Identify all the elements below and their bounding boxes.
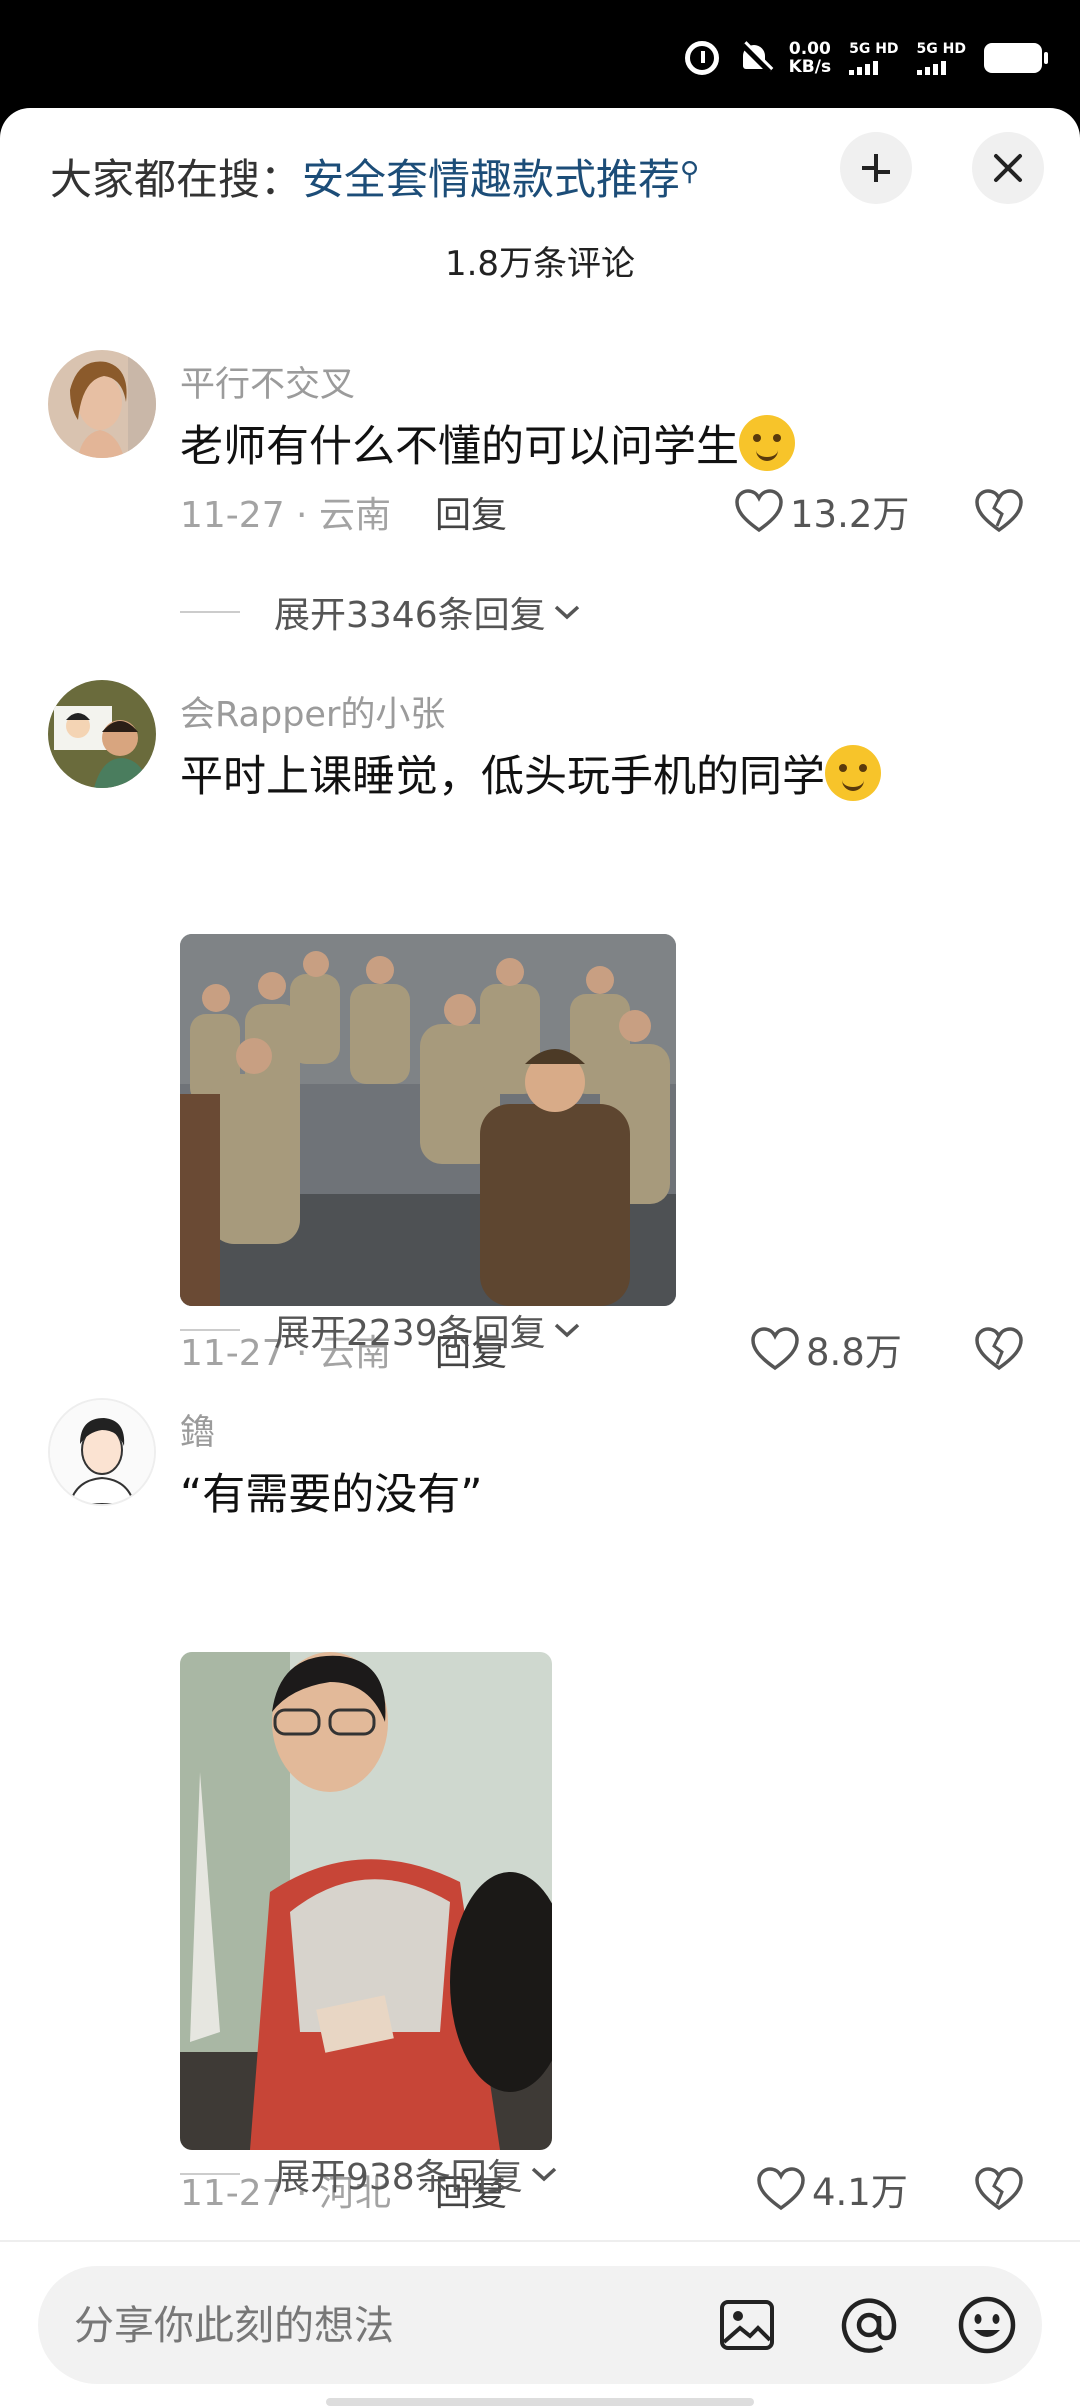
network-speed-unit: KB/s	[788, 57, 832, 77]
comment-image[interactable]	[180, 1652, 552, 2150]
search-icon: ⚲	[680, 157, 700, 187]
like-count: 8.8万	[806, 1331, 902, 1374]
divider-line	[180, 611, 240, 613]
broken-heart-icon	[975, 489, 1023, 533]
close-button[interactable]	[972, 132, 1044, 204]
expand-replies-button[interactable]: 展开2239条回复	[180, 1304, 582, 1356]
comment-input-container[interactable]	[38, 2266, 1042, 2384]
dizzy-face-emoji-icon	[739, 415, 795, 471]
comment-text: “有需要的没有”	[180, 1470, 483, 1520]
chevron-down-icon	[554, 1323, 579, 1338]
username[interactable]: 平行不交叉	[180, 356, 355, 407]
comment-item: 平行不交叉 老师有什么不懂的可以问学生 11-27 · 云南 回复 13.2万	[0, 350, 1080, 536]
avatar-image	[48, 680, 156, 788]
avatar-image	[48, 350, 156, 458]
broken-heart-icon	[975, 2167, 1023, 2211]
comment-item: 鑥 “有需要的没有” 11-27 · 河北 回复 4.1万	[0, 1398, 1080, 2214]
avatar-image	[50, 1400, 154, 1504]
pleading-face-emoji-icon	[825, 745, 881, 801]
emoji-button[interactable]	[956, 2294, 1018, 2356]
status-bar: 0.00 KB/s 5G HD 5G HD	[0, 0, 1080, 110]
mention-button[interactable]	[838, 2294, 900, 2356]
like-count: 13.2万	[790, 493, 910, 536]
like-button[interactable]: 13.2万	[734, 484, 909, 538]
divider-line	[180, 2173, 240, 2175]
chevron-down-icon	[531, 2167, 556, 2182]
avatar[interactable]	[48, 680, 156, 788]
network-speed-value: 0.00	[788, 39, 831, 59]
signal-bars-icon	[849, 59, 898, 75]
collapse-button[interactable]	[840, 132, 912, 204]
username[interactable]: 鑥	[180, 1404, 215, 1455]
home-indicator[interactable]	[326, 2398, 754, 2406]
dislike-button[interactable]	[974, 1326, 1024, 1376]
like-button[interactable]: 4.1万	[756, 2162, 908, 2216]
comment-image[interactable]	[180, 934, 676, 1306]
image-icon	[720, 2300, 774, 2350]
status-icons: 0.00 KB/s 5G HD 5G HD	[684, 40, 1048, 76]
comment-text: 老师有什么不懂的可以问学生	[180, 412, 795, 474]
alarm-icon	[684, 41, 719, 75]
search-prefix: 大家都在搜：	[50, 155, 303, 204]
comment-text-content: 老师有什么不懂的可以问学生	[180, 422, 739, 472]
heart-icon	[757, 2167, 805, 2211]
network-speed: 0.00 KB/s	[789, 40, 831, 76]
heart-icon	[751, 1327, 799, 1371]
comment-input-bar	[0, 2240, 1080, 2408]
soldiers-photo	[180, 934, 676, 1306]
comment-sheet: 大家都在搜：安全套情趣款式推荐⚲ 1.8万条评论 平行不交叉 老师有什么不懂的可…	[0, 108, 1080, 2408]
signal-1: 5G HD	[849, 41, 899, 75]
comment-item: 会Rapper的小张 平时上课睡觉，低头玩手机的同学 11-27 · 云南 回复…	[0, 680, 1080, 1374]
dislike-button[interactable]	[974, 488, 1024, 538]
signal-bars-icon	[916, 59, 966, 75]
expand-replies-label: 展开3346条回复	[274, 595, 546, 636]
signal-2-label: 5G HD	[916, 41, 966, 57]
dislike-button[interactable]	[974, 2166, 1024, 2216]
battery-icon	[984, 43, 1048, 73]
chevron-down-icon	[554, 605, 579, 620]
expand-replies-button[interactable]: 展开938条回复	[180, 2148, 559, 2200]
expand-replies-label: 展开938条回复	[274, 2157, 523, 2198]
collapse-icon	[862, 154, 890, 182]
search-keyword-link[interactable]: 安全套情趣款式推荐	[302, 155, 680, 204]
image-button[interactable]	[716, 2294, 778, 2356]
comment-count: 1.8万条评论	[444, 244, 636, 284]
teacher-photo	[180, 1652, 552, 2150]
username[interactable]: 会Rapper的小张	[180, 686, 445, 737]
reply-button[interactable]: 回复	[435, 495, 507, 536]
close-icon	[994, 154, 1022, 182]
mute-icon	[737, 41, 771, 75]
comment-date: 11-27	[180, 495, 285, 536]
heart-icon	[735, 489, 783, 533]
like-count: 4.1万	[812, 2171, 908, 2214]
comment-meta: 11-27 · 云南 回复	[180, 495, 507, 536]
comment-text-content: 平时上课睡觉，低头玩手机的同学	[180, 752, 825, 802]
comment-text: 平时上课睡觉，低头玩手机的同学	[180, 742, 881, 804]
broken-heart-icon	[975, 1327, 1023, 1371]
comment-location: 云南	[318, 495, 391, 536]
smiley-face-icon	[958, 2296, 1016, 2354]
comment-input[interactable]	[74, 2296, 674, 2356]
like-button[interactable]: 8.8万	[750, 1322, 902, 1376]
avatar[interactable]	[48, 350, 156, 458]
signal-1-label: 5G HD	[849, 41, 899, 57]
expand-replies-button[interactable]: 展开3346条回复	[180, 586, 582, 638]
signal-2: 5G HD	[916, 41, 966, 75]
divider-line	[180, 1329, 240, 1331]
at-mention-icon	[841, 2298, 897, 2353]
avatar[interactable]	[48, 1398, 156, 1506]
expand-replies-label: 展开2239条回复	[274, 1313, 546, 1354]
search-suggestion[interactable]: 大家都在搜：安全套情趣款式推荐⚲	[50, 146, 699, 207]
